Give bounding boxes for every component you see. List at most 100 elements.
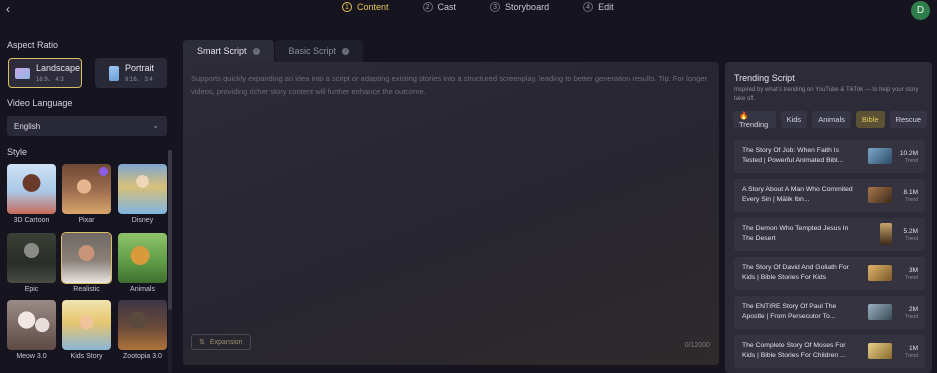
trending-item-thumbnail (880, 223, 892, 245)
portrait-thumbnail (109, 65, 119, 81)
style-epic[interactable]: Epic (7, 233, 56, 293)
style-label: Disney (131, 217, 154, 224)
trending-category-chips: 🔥Trending Kids Animals Bible Rescue (733, 111, 932, 129)
style-thumbnail (62, 300, 111, 350)
trending-script-panel: Trending Script Inspired by what’s trend… (725, 62, 932, 373)
tab-smart-script[interactable]: Smart Script i (183, 40, 274, 62)
step-number: 4 (583, 2, 594, 12)
landscape-thumbnail (15, 67, 30, 79)
trending-item-stat-label: Trend (905, 197, 918, 203)
step-edit[interactable]: 4 Edit (583, 2, 614, 12)
step-cast[interactable]: 2 Cast (422, 2, 457, 12)
trending-item-title: The Story Of Job: When Faith Is Tested |… (742, 147, 844, 164)
style-thumbnail (118, 164, 167, 214)
trending-item-stat-label: Trend (905, 158, 918, 164)
trending-item-title: The ENTIRE Story Of Paul The Apostle | F… (742, 303, 837, 320)
trending-item[interactable]: The Story Of Job: When Faith Is Tested |… (734, 140, 925, 173)
trending-item-title: A Story About A Man Who Commited Every S… (742, 186, 853, 203)
style-thumbnail (7, 233, 56, 283)
trending-item-value: 2M (908, 306, 918, 313)
script-editor[interactable]: Supports quickly expanding an idea into … (183, 62, 719, 365)
step-navigation: 1 Content 2 Cast 3 Storyboard 4 Edit (342, 2, 648, 12)
chip-trending[interactable]: 🔥Trending (733, 111, 776, 129)
style-3d-cartoon[interactable]: 3D Cartoon (7, 164, 56, 224)
step-label: Cast (437, 2, 457, 12)
tab-label: Smart Script (197, 46, 247, 56)
trending-item-stat-label: Trend (905, 236, 918, 242)
trending-item-title: The Story Of David And Goliath For Kids … (742, 264, 849, 281)
chevron-down-icon: ⌄ (152, 121, 159, 130)
ratio-name: Landscape (36, 63, 81, 73)
trending-item-value: 5.2M (903, 228, 918, 235)
style-label: Meow 3.0 (16, 353, 47, 360)
trending-item[interactable]: The Demon Who Tempted Jesus In The Deser… (734, 218, 925, 251)
step-label: Content (357, 2, 389, 12)
script-input-placeholder[interactable]: Supports quickly expanding an idea into … (191, 72, 713, 98)
trending-item[interactable]: The Story Of David And Goliath For Kids … (734, 257, 925, 290)
tab-basic-script[interactable]: Basic Script i (274, 40, 364, 62)
trending-description: Inspired by what’s trending on YouTube &… (734, 87, 919, 102)
trending-item[interactable]: The ENTIRE Story Of Paul The Apostle | F… (734, 296, 925, 329)
landscape-ratio-card[interactable]: Landscape 16:9、 4:3 (8, 58, 82, 88)
style-thumbnail (118, 233, 167, 283)
chip-rescue[interactable]: Rescue (889, 111, 927, 128)
step-label: Edit (598, 2, 614, 12)
trending-item-value: 10.2M (899, 150, 918, 157)
trending-item-thumbnail (868, 187, 892, 203)
step-content[interactable]: 1 Content (342, 2, 389, 12)
info-icon[interactable]: i (342, 47, 350, 55)
expansion-button[interactable]: ⇅ Expansion (191, 334, 251, 350)
trending-item-title: The Complete Story Of Moses For Kids | B… (742, 342, 846, 359)
language-value: English (14, 121, 41, 131)
top-bar: ‹ 1 Content 2 Cast 3 Storyboard 4 Edit D (0, 0, 937, 20)
chip-kids[interactable]: Kids (780, 111, 808, 128)
trending-item-thumbnail (868, 148, 892, 164)
hot-badge-icon (99, 167, 108, 176)
step-label: Storyboard (505, 2, 550, 12)
style-thumbnail (118, 300, 167, 350)
ratio-sub: 9:16、 3:4 (125, 77, 153, 83)
trending-item[interactable]: A Story About A Man Who Commited Every S… (734, 179, 925, 212)
trending-item-title: The Demon Who Tempted Jesus In The Deser… (742, 225, 849, 242)
expand-icon: ⇅ (199, 339, 205, 346)
style-thumbnail (7, 164, 56, 214)
step-number: 3 (490, 2, 501, 12)
sidebar-scrollbar-thumb[interactable] (168, 150, 172, 310)
avatar[interactable]: D (911, 1, 930, 20)
step-number: 1 (342, 2, 352, 12)
step-storyboard[interactable]: 3 Storyboard (490, 2, 549, 12)
aspect-ratio-title: Aspect Ratio (7, 40, 59, 50)
trending-item[interactable]: The Complete Story Of Moses For Kids | B… (734, 335, 925, 368)
portrait-ratio-card[interactable]: Portrait 9:16、 3:4 (95, 58, 167, 88)
style-meow[interactable]: Meow 3.0 (7, 300, 56, 360)
style-zootopia[interactable]: Zootopia 3.0 (118, 300, 167, 360)
chevron-left-icon[interactable]: ‹ (6, 3, 18, 15)
style-thumbnail (61, 232, 112, 284)
language-select[interactable]: English ⌄ (7, 116, 167, 136)
trending-item-thumbnail (868, 343, 892, 359)
style-label: Realistic (73, 286, 100, 293)
style-title: Style (7, 147, 28, 157)
trending-title: Trending Script (734, 73, 795, 83)
trending-item-thumbnail (868, 304, 892, 320)
trending-item-value: 8.1M (903, 189, 918, 196)
chip-animals[interactable]: Animals (812, 111, 851, 128)
video-language-title: Video Language (7, 98, 73, 108)
trending-item-thumbnail (868, 265, 892, 281)
style-realistic[interactable]: Realistic (61, 232, 112, 293)
style-thumbnail (7, 300, 56, 350)
style-label: Epic (24, 286, 39, 293)
ratio-sub: 16:9、 4:3 (36, 77, 64, 83)
style-pixar[interactable]: Pixar (62, 164, 111, 224)
step-number: 2 (422, 2, 433, 12)
expansion-label: Expansion (209, 338, 243, 346)
style-animals[interactable]: Animals (118, 233, 167, 293)
trending-item-stat-label: Trend (905, 275, 918, 281)
chip-bible[interactable]: Bible (855, 111, 885, 128)
info-icon[interactable]: i (252, 47, 260, 55)
trending-item-stat-label: Trend (905, 353, 918, 359)
style-kids-story[interactable]: Kids Story (62, 300, 111, 360)
script-tabs: Smart Script i Basic Script i (183, 40, 364, 62)
trending-item-value: 3M (908, 267, 918, 274)
style-disney[interactable]: Disney (118, 164, 167, 224)
